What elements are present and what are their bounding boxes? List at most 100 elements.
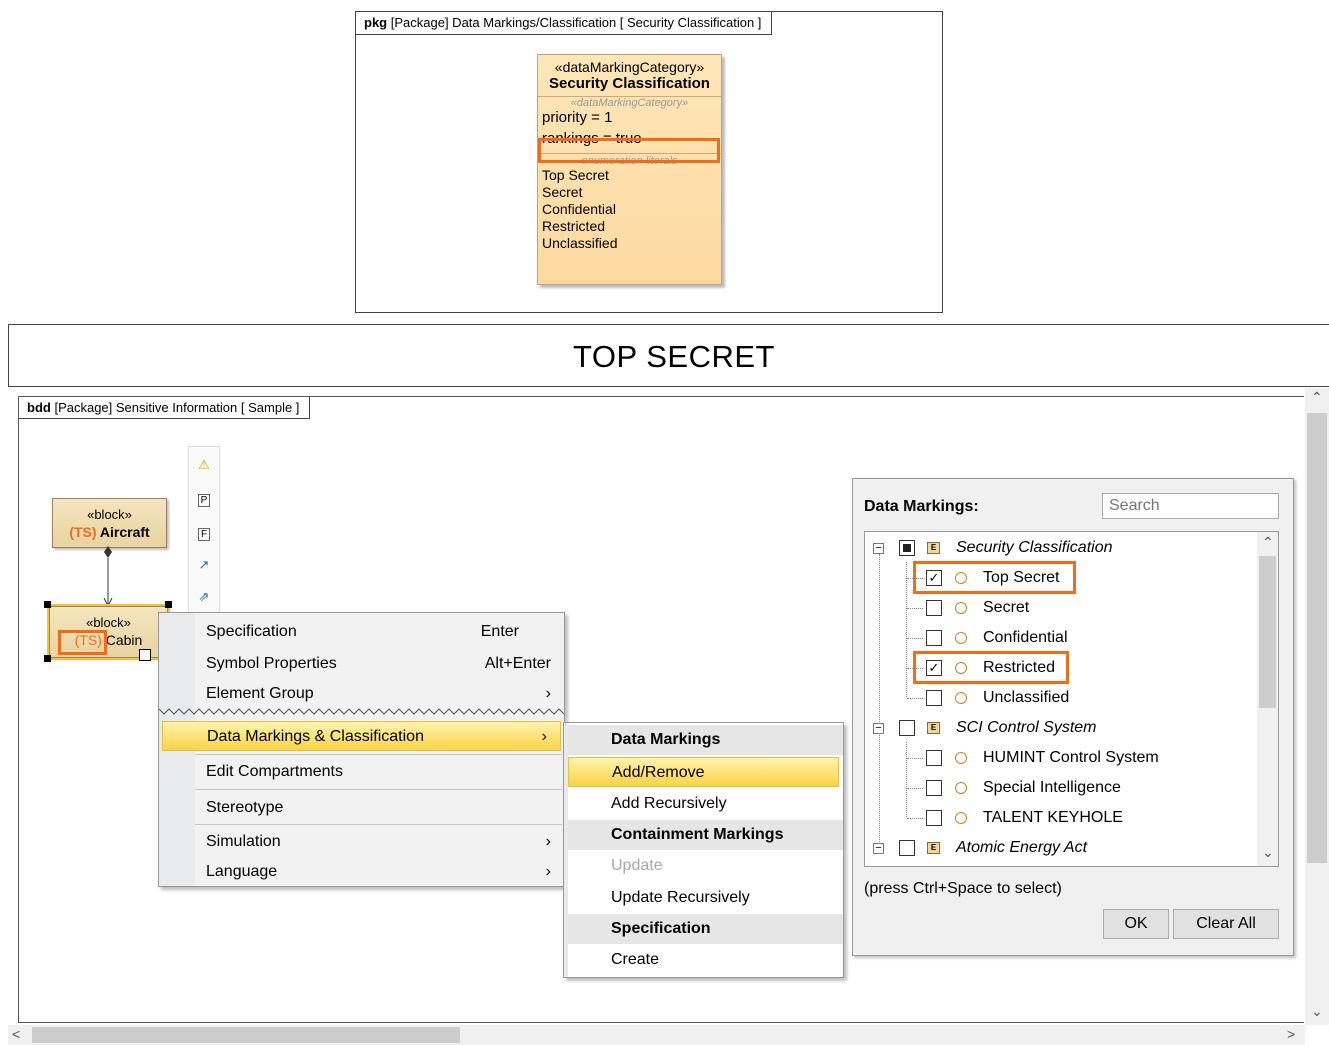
selection-hint: (press Ctrl+Space to select) bbox=[864, 880, 1062, 897]
block-aircraft[interactable]: «block» (TS) Aircraft bbox=[52, 498, 167, 548]
collapse-icon[interactable]: − bbox=[873, 723, 884, 734]
enumeration-icon: E bbox=[927, 542, 940, 554]
submenu-header-containment: Containment Markings bbox=[568, 820, 843, 850]
classification-banner: TOP SECRET bbox=[8, 324, 1329, 387]
enumeration-literal-icon bbox=[955, 692, 967, 704]
selection-handle[interactable] bbox=[165, 601, 172, 608]
composition-connector[interactable] bbox=[100, 546, 116, 608]
enumeration-literal-icon bbox=[955, 812, 967, 824]
chevron-right-icon: › bbox=[545, 863, 551, 880]
resize-handle[interactable] bbox=[139, 649, 151, 661]
submenu-item-add-remove[interactable]: Add/Remove bbox=[568, 757, 839, 787]
tree-item-confidential[interactable]: Confidential bbox=[865, 623, 1255, 653]
tree-item-unclassified[interactable]: Unclassified bbox=[865, 683, 1255, 713]
search-input[interactable] bbox=[1102, 493, 1279, 519]
literal-item: Secret bbox=[542, 184, 583, 200]
frame-kind: pkg bbox=[364, 15, 388, 30]
frame-title: [Package] Data Markings/Classification [… bbox=[390, 15, 762, 30]
property-priority: priority = 1 bbox=[542, 109, 613, 126]
checkbox[interactable] bbox=[926, 750, 942, 766]
horizontal-scrollbar-thumb[interactable] bbox=[32, 1027, 460, 1043]
menu-item-edit-compartments[interactable]: Edit Compartments bbox=[159, 757, 564, 787]
literal-item: Top Secret bbox=[542, 167, 609, 183]
checkbox[interactable] bbox=[926, 600, 942, 616]
flow-port-icon[interactable]: F bbox=[194, 523, 214, 543]
enumeration-literal-icon bbox=[955, 632, 967, 644]
literal-item: Restricted bbox=[542, 218, 606, 234]
scroll-up-icon[interactable]: ⌃ bbox=[1262, 534, 1274, 551]
menu-item-language[interactable]: Language › bbox=[159, 857, 564, 887]
context-menu: Specification Enter Symbol Properties Al… bbox=[158, 612, 565, 887]
literal-item: Confidential bbox=[542, 201, 616, 217]
block-marking: (TS) bbox=[69, 524, 97, 540]
pkg-frame-header: pkg [Package] Data Markings/Classificati… bbox=[356, 12, 773, 35]
scroll-left-icon[interactable]: < bbox=[12, 1026, 20, 1042]
submenu-header-specification: Specification bbox=[568, 914, 843, 944]
warning-icon[interactable]: ⚠ bbox=[194, 455, 214, 475]
collapse-icon[interactable]: − bbox=[873, 543, 884, 554]
checkbox[interactable] bbox=[899, 840, 915, 856]
enumeration-literal-icon bbox=[955, 782, 967, 794]
tree-category-sci-control-system[interactable]: − E SCI Control System bbox=[865, 713, 1255, 743]
scroll-down-icon[interactable]: ⌄ bbox=[1311, 1003, 1323, 1020]
restricted-highlight bbox=[913, 651, 1069, 684]
data-markings-submenu: Data Markings Add/Remove Add Recursively… bbox=[563, 722, 844, 978]
dialog-title: Data Markings: bbox=[864, 498, 979, 515]
submenu-item-add-recursively[interactable]: Add Recursively bbox=[568, 789, 843, 819]
literal-item: Unclassified bbox=[542, 235, 618, 251]
selection-handle[interactable] bbox=[44, 601, 51, 608]
bdd-frame-header: bdd [Package] Sensitive Information [ Sa… bbox=[19, 397, 311, 419]
checkbox-partial[interactable] bbox=[899, 540, 915, 556]
block-stereotype: «block» bbox=[86, 615, 131, 630]
class-name: Security Classification bbox=[549, 75, 710, 92]
block-name: Aircraft bbox=[99, 524, 150, 540]
tree-category-atomic-energy-act[interactable]: − E Atomic Energy Act bbox=[865, 833, 1255, 863]
frame-title: [Package] Sensitive Information [ Sample… bbox=[54, 400, 300, 415]
tree-item-special-intelligence[interactable]: Special Intelligence bbox=[865, 773, 1255, 803]
collapse-icon[interactable]: − bbox=[873, 843, 884, 854]
enumeration-literal-icon bbox=[955, 752, 967, 764]
marking-highlight bbox=[58, 630, 107, 655]
submenu-item-update: Update bbox=[611, 857, 663, 874]
selection-handle[interactable] bbox=[44, 655, 51, 662]
rankings-highlight bbox=[538, 138, 720, 163]
generalization-icon[interactable]: ⇗ bbox=[194, 587, 214, 607]
ok-button[interactable]: OK bbox=[1103, 909, 1169, 939]
scroll-right-icon[interactable]: > bbox=[1287, 1026, 1295, 1042]
chevron-right-icon: › bbox=[545, 833, 551, 850]
submenu-item-create[interactable]: Create bbox=[568, 945, 843, 975]
checkbox[interactable] bbox=[899, 720, 915, 736]
chevron-right-icon: › bbox=[541, 728, 547, 745]
vertical-scrollbar-thumb[interactable] bbox=[1307, 413, 1327, 863]
block-stereotype: «block» bbox=[87, 507, 132, 522]
tree-scrollbar-thumb[interactable] bbox=[1259, 556, 1276, 708]
port-icon[interactable]: P bbox=[194, 489, 214, 509]
tree-item-talent-keyhole[interactable]: TALENT KEYHOLE bbox=[865, 803, 1255, 833]
class-stereotype: «dataMarkingCategory» bbox=[554, 59, 705, 75]
smart-manipulator-toolbar: ⚠ P F ↗ ⇗ bbox=[188, 446, 220, 618]
menu-item-stereotype[interactable]: Stereotype bbox=[159, 793, 564, 823]
checkbox[interactable] bbox=[926, 810, 942, 826]
submenu-item-update-recursively[interactable]: Update Recursively bbox=[568, 883, 843, 913]
scroll-down-icon[interactable]: ⌄ bbox=[1262, 844, 1274, 861]
menu-item-symbol-properties[interactable]: Symbol Properties Alt+Enter bbox=[159, 649, 564, 679]
enumeration-literal-icon bbox=[955, 602, 967, 614]
checkbox[interactable] bbox=[926, 780, 942, 796]
tree-category-security-classification[interactable]: − E Security Classification bbox=[865, 533, 1255, 563]
data-marking-category-class[interactable]: «dataMarkingCategory» Security Classific… bbox=[537, 54, 722, 285]
top-secret-highlight bbox=[913, 561, 1076, 594]
tree-item-humint[interactable]: HUMINT Control System bbox=[865, 743, 1255, 773]
menu-item-specification[interactable]: Specification Enter bbox=[159, 617, 564, 647]
tagged-values-label: «dataMarkingCategory» bbox=[570, 97, 689, 109]
clear-all-button[interactable]: Clear All bbox=[1173, 909, 1279, 939]
tree-item-secret[interactable]: Secret bbox=[865, 593, 1255, 623]
frame-kind: bdd bbox=[27, 400, 51, 415]
scroll-up-icon[interactable]: ⌃ bbox=[1311, 389, 1323, 406]
menu-cut-indicator bbox=[159, 708, 564, 715]
checkbox[interactable] bbox=[926, 690, 942, 706]
submenu-header-data-markings: Data Markings bbox=[568, 725, 843, 755]
checkbox[interactable] bbox=[926, 630, 942, 646]
directed-association-icon[interactable]: ↗ bbox=[194, 555, 214, 575]
menu-item-simulation[interactable]: Simulation › bbox=[159, 827, 564, 857]
menu-item-data-markings[interactable]: Data Markings & Classification › bbox=[162, 721, 561, 751]
